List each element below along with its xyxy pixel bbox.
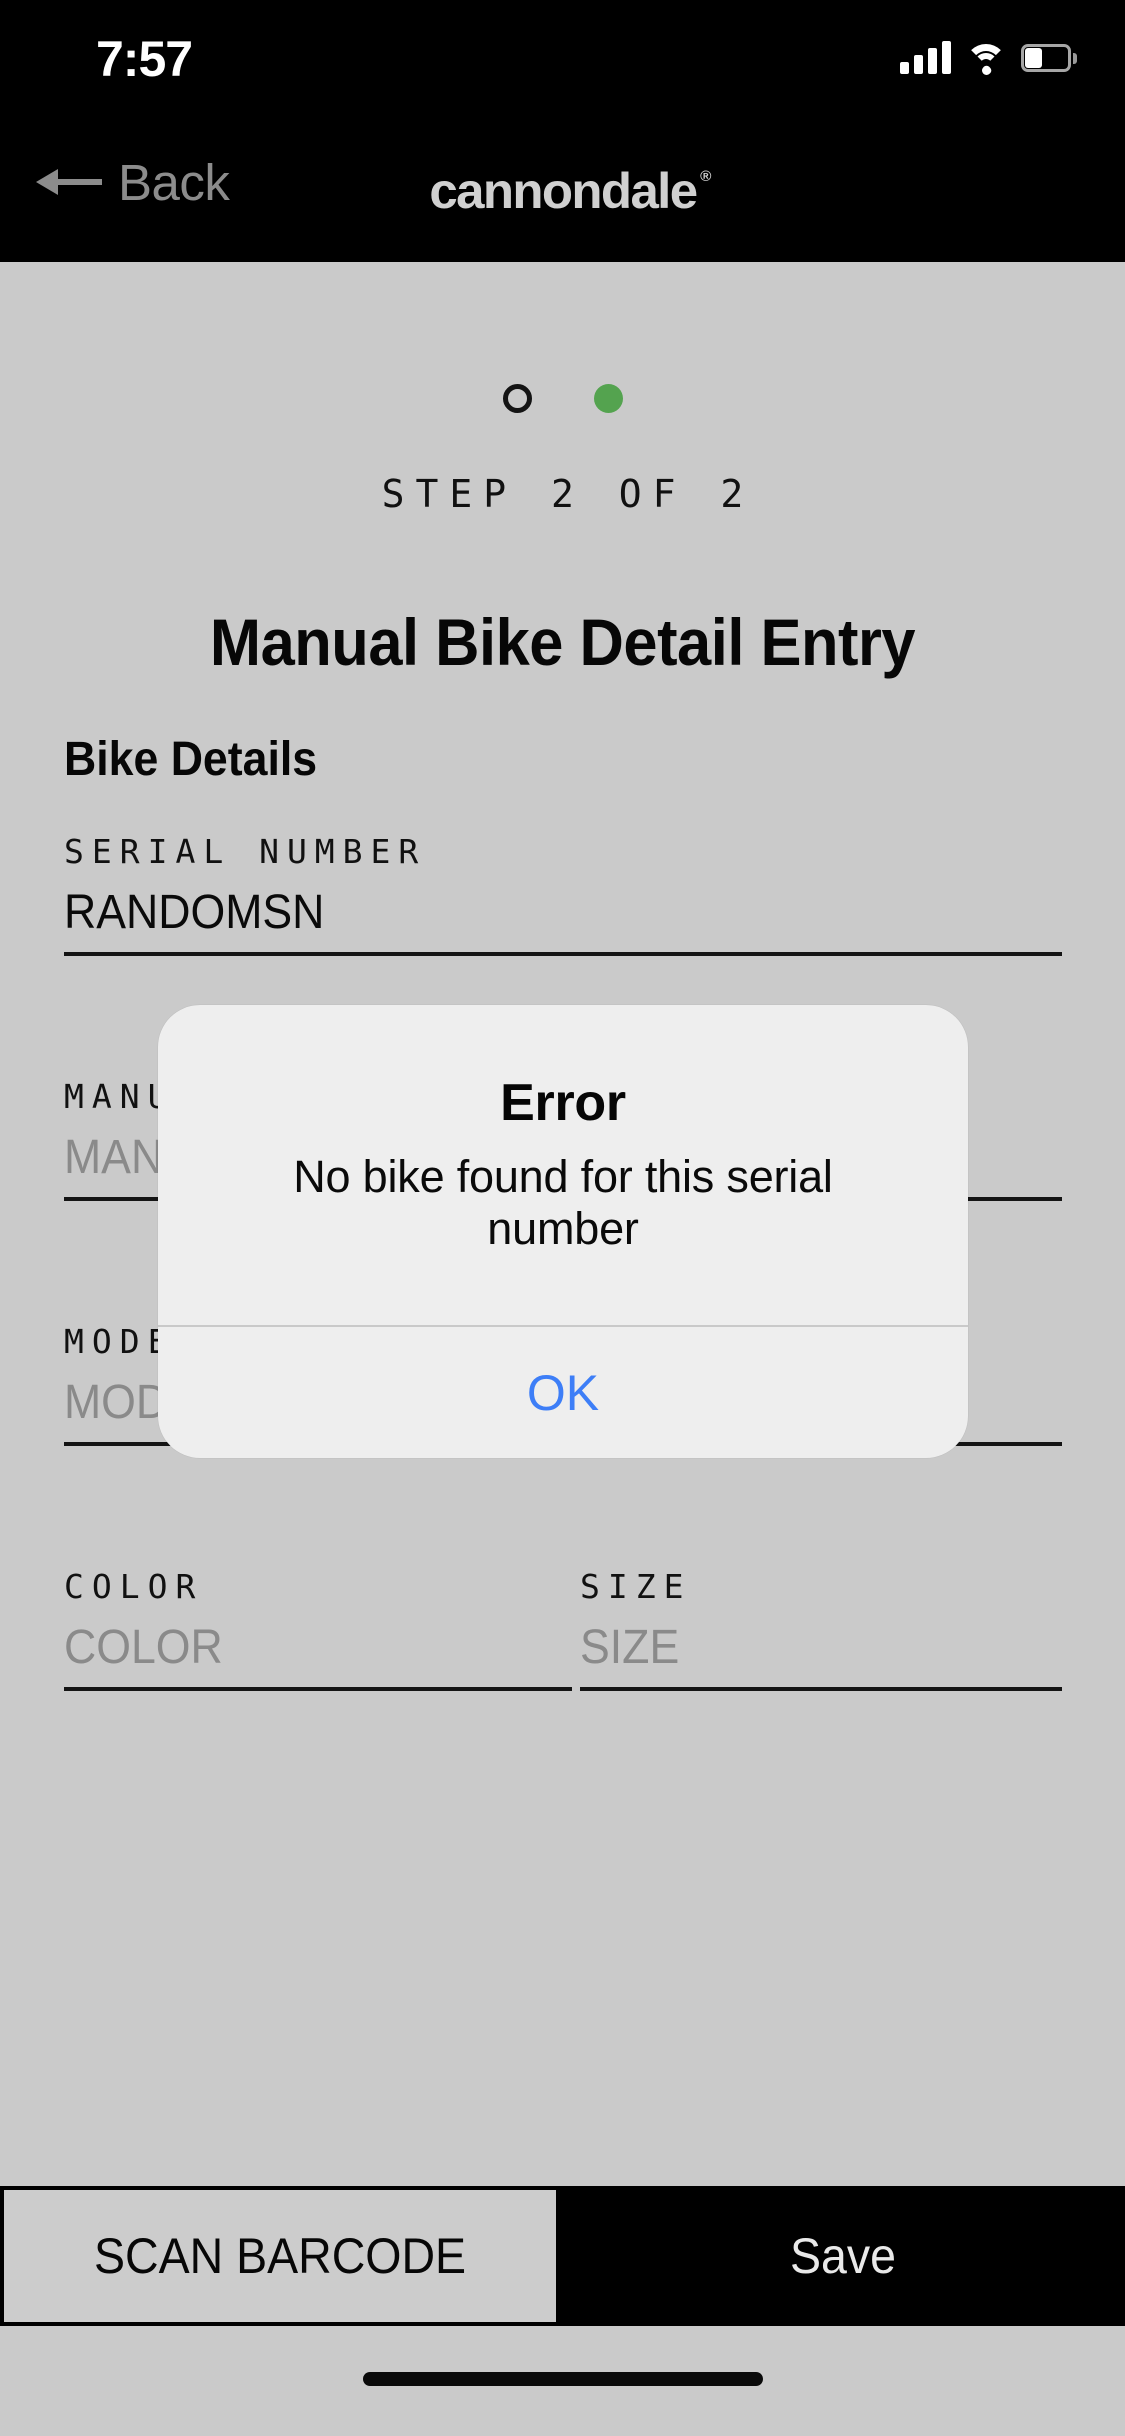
top-chrome: 7:57 cannondale ® Back [0, 0, 1125, 262]
field-placeholder-color[interactable]: COLOR [64, 1620, 536, 1675]
field-label-serial-number: SERIAL NUMBER [64, 832, 427, 871]
status-bar-time: 7:57 [96, 31, 193, 87]
page-title: Manual Bike Detail Entry [209, 605, 916, 679]
battery-icon [1021, 44, 1077, 72]
step-dot-2[interactable] [593, 384, 623, 413]
error-dialog-ok-button[interactable]: OK [158, 1327, 968, 1458]
scan-barcode-button[interactable]: SCAN BARCODE [0, 2186, 560, 2326]
trademark-icon: ® [699, 168, 711, 185]
error-dialog-message: No bike found for this serial number [293, 1151, 833, 1254]
status-bar-indicators [900, 36, 1077, 80]
home-indicator[interactable] [362, 2372, 763, 2386]
navigation-bar: cannondale ® Back [0, 120, 1125, 262]
error-dialog: Error No bike found for this serial numb… [158, 1005, 968, 1458]
field-underline-color [64, 1687, 572, 1691]
field-size[interactable]: SIZE SIZE [580, 1567, 1062, 1691]
wifi-icon [965, 42, 1007, 77]
cellular-signal-icon [900, 41, 951, 74]
back-button-label: Back [118, 153, 230, 211]
app-screen: 7:57 cannondale ® Back STEP 2 OF 2 Manua… [0, 0, 1125, 2436]
bottom-action-bar: SCAN BARCODE Save [0, 2186, 1125, 2326]
arrow-left-icon [36, 169, 102, 195]
error-dialog-body: Error No bike found for this serial numb… [158, 1005, 968, 1255]
step-dot-1[interactable] [502, 384, 532, 413]
status-bar: 7:57 [0, 0, 1125, 120]
error-dialog-ok-label: OK [526, 1364, 600, 1421]
save-button[interactable]: Save [560, 2186, 1125, 2326]
step-indicator [0, 384, 1125, 413]
brand-name: cannondale [428, 163, 698, 219]
field-label-color: COLOR [64, 1567, 204, 1606]
field-placeholder-size[interactable]: SIZE [580, 1620, 1028, 1675]
save-button-label: Save [789, 2228, 896, 2284]
field-value-serial-number[interactable]: RANDOMSN [64, 885, 992, 940]
field-label-size: SIZE [580, 1567, 692, 1606]
field-color[interactable]: COLOR COLOR [64, 1567, 572, 1691]
step-label: STEP 2 OF 2 [381, 472, 755, 516]
section-title-bike-details: Bike Details [64, 733, 318, 786]
field-underline-serial-number [64, 952, 1062, 956]
field-underline-size [580, 1687, 1062, 1691]
back-button[interactable]: Back [22, 146, 243, 218]
field-serial-number[interactable]: SERIAL NUMBER RANDOMSN [64, 832, 1062, 956]
error-dialog-title: Error [500, 1074, 626, 1132]
scan-barcode-label: SCAN BARCODE [93, 2228, 467, 2284]
